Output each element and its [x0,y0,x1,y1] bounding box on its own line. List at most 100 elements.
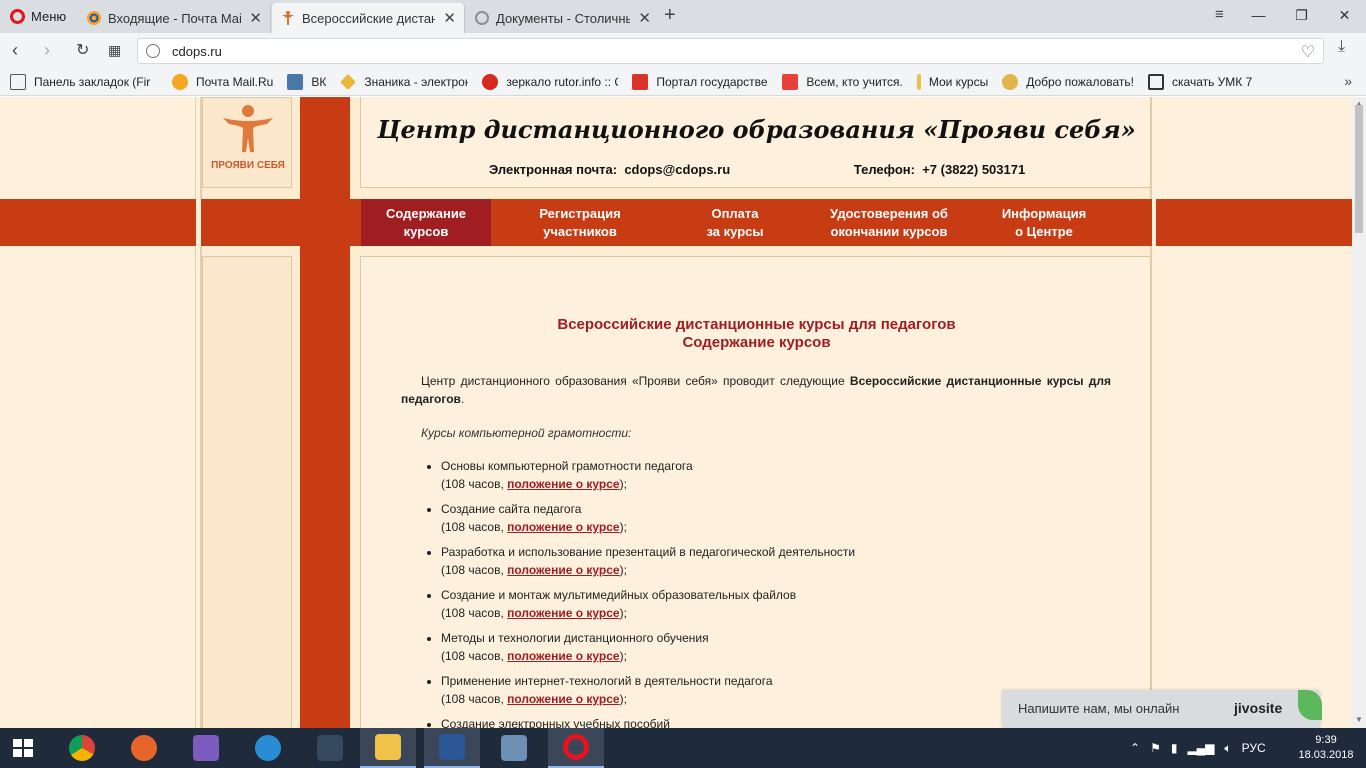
welcome-icon [1002,73,1019,90]
reload-icon[interactable]: ↻ [76,40,89,60]
course-regulation-link[interactable]: положение о курсе [507,563,619,577]
minimize-icon[interactable]: — [1237,0,1280,30]
maximize-icon[interactable]: ❐ [1280,0,1323,30]
menu-line: Оплата [711,205,759,221]
speed-dial-icon[interactable]: ▦ [108,42,121,59]
course-regulation-link[interactable]: положение о курсе [507,477,619,491]
hours-suffix: ); [619,520,627,534]
bookmark-item[interactable]: Панель закладок (Fir [10,73,158,90]
bookmark-item[interactable]: Знаника - электронн [340,73,468,90]
network-icon[interactable]: ▂▄▆ [1187,741,1214,755]
taskbar-calculator[interactable] [486,728,542,768]
taskbar-explorer[interactable] [360,728,416,768]
close-icon[interactable]: ✕ [249,9,262,27]
page-scrollbar[interactable]: ▲ ▼ [1352,97,1366,728]
bookmark-label: зеркало rutor.info :: С [506,74,619,89]
list-item: Создание сайта педагога (108 часов, полож… [441,500,1121,536]
windows-logo-icon [13,749,22,757]
url-text: cdops.ru [172,43,222,59]
tab-mail[interactable]: Входящие - Почта Mail.Ru ✕ [78,3,271,33]
taskbar-word[interactable] [424,728,480,768]
site-logo[interactable]: ПРОЯВИ СЕБЯ [202,97,292,188]
taskbar-app[interactable] [302,728,358,768]
download-icon[interactable]: ⤓ [1338,38,1345,56]
forward-icon[interactable]: › [44,40,50,61]
jivosite-leaf-icon [1298,690,1322,720]
menu-line: Удостоверения об [830,205,948,221]
hours-text: (108 часов, [441,477,508,491]
bookmark-item[interactable]: зеркало rutor.info :: С [482,73,619,90]
contacts-line: Электронная почта: cdops@cdops.ru Телефо… [489,162,1025,177]
course-regulation-link[interactable]: положение о курсе [507,692,619,706]
bookmark-heart-icon[interactable]: ♡ [1301,42,1315,62]
left-sidebar-panel [202,256,292,728]
gosuslugi-icon [632,73,649,90]
bookmark-item[interactable]: Почта Mail.Ru [172,73,273,90]
url-field[interactable]: cdops.ru ♡ [137,38,1324,64]
taskbar-opera[interactable] [548,728,604,768]
taskbar-clock[interactable]: 9:39 18.03.2018 [1294,733,1358,763]
battery-icon[interactable]: ▮ [1171,741,1178,755]
scroll-thumb[interactable] [1355,105,1363,233]
mailru-icon [87,11,101,25]
bookmark-label: Портал государстве [656,74,768,89]
site-header: Центр дистанционного образования «Прояви… [360,97,1151,188]
calculator-icon [501,735,527,761]
close-icon[interactable]: ✕ [638,9,651,27]
page-heading: Всероссийские дистанционные курсы для пе… [361,316,1152,352]
hours-suffix: ); [619,649,627,663]
scroll-down-icon[interactable]: ▼ [1355,715,1363,724]
back-icon[interactable]: ‹ [12,40,18,61]
course-regulation-link[interactable]: положение о курсе [507,520,619,534]
hours-suffix: ); [619,477,627,491]
window-close-icon[interactable]: ✕ [1323,0,1366,30]
bookmarks-bar: Панель закладок (Fir Почта Mail.Ru ВК Зн… [0,68,1366,96]
tab-documents[interactable]: Документы - Столичный ✕ [466,3,659,33]
list-item: Основы компьютерной грамотности педагога… [441,457,1121,493]
folder-icon [10,73,26,90]
flag-icon[interactable]: ⚑ [1150,741,1161,755]
bookmark-item[interactable]: ВК [287,73,326,90]
menu-item-certificates[interactable]: Удостоверения об окончании курсов [801,199,977,246]
umk-icon [1148,73,1165,90]
taskbar-firefox[interactable] [116,728,172,768]
language-indicator[interactable]: РУС [1242,741,1266,755]
menu-item-payment[interactable]: Оплата за курсы [669,199,801,246]
windows-logo-icon [24,739,33,747]
menu-item-about[interactable]: Информация о Центре [977,199,1111,246]
start-button[interactable] [13,739,33,757]
list-item: Создание и монтаж мультимедийных образов… [441,586,1121,622]
taskbar-ie[interactable] [240,728,296,768]
tab-menu-icon[interactable]: ≡ [1215,6,1224,23]
bookmark-item[interactable]: Всем, кто учится. [782,73,903,90]
volume-icon[interactable]: 🔈︎ [1224,741,1231,756]
menu-line: Содержание [385,205,467,221]
taskbar-chrome[interactable] [54,728,110,768]
bookmark-item[interactable]: скачать УМК 7 [1148,73,1252,90]
hours-text: (108 часов, [441,692,508,706]
bookmark-item[interactable]: Портал государстве [632,73,768,90]
tab-cdops[interactable]: Всероссийские дистанционные ✕ [272,3,465,33]
new-tab-icon[interactable]: + [664,4,676,27]
menu-item-courses[interactable]: Содержание курсов [361,199,491,246]
opera-menu-button[interactable]: Меню [0,0,76,33]
bookmark-item[interactable]: Добро пожаловать! [1002,73,1135,90]
bookmark-item[interactable]: Мои курсы [916,73,988,90]
opera-logo-icon [10,9,25,24]
close-icon[interactable]: ✕ [443,9,456,27]
cdops-favicon-icon [282,11,294,25]
email-value: cdops@cdops.ru [624,162,731,177]
chat-widget[interactable]: Напишите нам, мы онлайн jivosite [1002,690,1322,728]
course-title: Разработка и использование презентаций в… [441,545,856,559]
taskbar-visual-studio[interactable] [178,728,234,768]
list-item: Методы и технологии дистанционного обуче… [441,629,1121,665]
course-regulation-link[interactable]: положение о курсе [507,606,619,620]
course-title: Методы и технологии дистанционного обуче… [441,631,709,645]
bookmark-label: Добро пожаловать! [1026,74,1135,89]
course-regulation-link[interactable]: положение о курсе [507,649,619,663]
tray-expand-icon[interactable]: ⌃ [1130,741,1140,755]
more-bookmarks-icon[interactable]: » [1344,73,1352,89]
windows-logo-icon [13,739,22,747]
menu-item-registration[interactable]: Регистрация участников [491,199,669,246]
bookmark-label: Панель закладок (Fir [34,74,151,89]
